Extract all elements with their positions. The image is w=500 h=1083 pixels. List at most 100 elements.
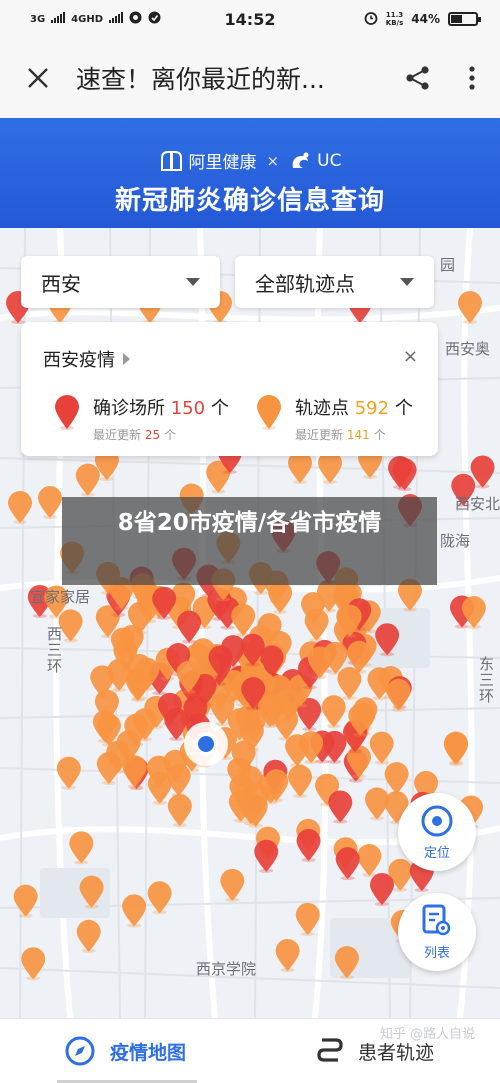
compass-icon	[65, 1036, 95, 1066]
map-label-xijing-college: 西京学院	[196, 960, 257, 978]
confirmed-places-main: 确诊场所 150 个	[93, 398, 229, 419]
more-vertical-icon	[469, 66, 475, 90]
alibaba-health-brand: 阿里健康	[159, 148, 257, 173]
notification-icon	[129, 11, 142, 27]
map-pin[interactable]	[167, 794, 192, 828]
caret-down-icon	[400, 278, 414, 286]
confirmed-places-text: 确诊场所 150 个 最近更新 25 个	[93, 394, 229, 443]
uc-brand: UC	[289, 150, 341, 172]
banner-title: 新冠肺炎确诊信息查询	[114, 186, 385, 216]
uc-squirrel-logo-icon	[292, 152, 309, 168]
red-pin-icon	[55, 395, 79, 430]
info-card-close-button[interactable]: ×	[403, 346, 418, 367]
battery-level	[451, 15, 463, 23]
track-points-stat[interactable]: 轨迹点 592 个 最近更新 141 个	[255, 394, 413, 443]
track-points-count: 592	[354, 398, 390, 419]
map-pin[interactable]	[357, 844, 382, 878]
map-pin[interactable]	[296, 828, 321, 862]
caret-down-icon	[186, 278, 200, 286]
alibaba-health-logo-icon	[160, 150, 182, 171]
watermark: 知乎 @路人自说	[380, 1027, 476, 1042]
epidemic-info-card: 西安疫情 × 确诊场所 150 个 最近更新 25 个 轨迹点 592 个 最近…	[21, 322, 438, 456]
track-points-main: 轨迹点 592 个	[295, 398, 413, 419]
banner-brands: 阿里健康 × UC	[0, 148, 500, 173]
map-pin[interactable]	[386, 678, 411, 712]
map-pin[interactable]	[13, 884, 38, 918]
list-button[interactable]: 列表	[398, 893, 476, 971]
confirmed-places-count: 150	[170, 398, 206, 419]
signal-bars-icon	[51, 12, 66, 26]
map-pin[interactable]	[295, 902, 320, 936]
brand-separator: ×	[266, 151, 280, 170]
map-pin[interactable]	[268, 580, 293, 614]
banner: 阿里健康 × UC 新冠肺炎确诊信息查询	[0, 118, 500, 228]
orange-pin-icon	[257, 395, 281, 430]
current-location-marker	[184, 722, 228, 766]
track-points-text: 轨迹点 592 个 最近更新 141 个	[295, 394, 413, 443]
signal-3g: 3G	[30, 13, 46, 25]
map-label-east-third-ring: 东三环	[477, 656, 495, 704]
status-right: 11.3 KB/s 44%	[364, 11, 481, 28]
status-left: 3G 4GHD	[30, 11, 161, 27]
page-title: 速查！离你最近的新...	[76, 65, 325, 94]
info-card-title: 西安疫情	[43, 350, 115, 371]
tab-epidemic-map-label: 疫情地图	[109, 1041, 186, 1064]
city-dropdown[interactable]: 西安	[21, 256, 220, 308]
share-button[interactable]	[392, 38, 444, 118]
map-label-west-third-ring: 西三环	[45, 626, 63, 674]
vpn-icon	[148, 11, 161, 27]
map-label-longhai: 陇海	[440, 532, 471, 550]
signal-bars-icon	[109, 12, 124, 26]
map-pin[interactable]	[177, 610, 202, 644]
list-icon	[422, 904, 451, 935]
status-bar: 3G 4GHD 14:52 11.3 KB/s 44%	[0, 0, 500, 38]
map-label-garden: 园	[440, 256, 456, 274]
map-pin[interactable]	[122, 755, 147, 789]
locate-icon	[421, 805, 453, 836]
nav-bar: 速查！离你最近的新...	[0, 38, 500, 118]
map-pin[interactable]	[335, 847, 360, 881]
map-pin[interactable]	[21, 947, 46, 981]
map-label-ikea: 宜家家居	[30, 588, 91, 606]
map-pin[interactable]	[220, 868, 245, 902]
share-icon	[406, 66, 429, 90]
map-pin[interactable]	[364, 787, 389, 821]
net-speed: 11.3 KB/s	[385, 11, 404, 27]
map-pin[interactable]	[75, 463, 100, 497]
map-pin[interactable]	[122, 894, 147, 928]
alarm-icon	[364, 11, 378, 28]
route-icon	[317, 1038, 343, 1062]
scope-dropdown[interactable]: 全部轨迹点	[235, 256, 434, 308]
map-pin[interactable]	[8, 491, 32, 524]
locate-button[interactable]: 定位	[398, 793, 476, 871]
map-pin[interactable]	[461, 596, 486, 630]
map-pin[interactable]	[384, 762, 409, 796]
confirmed-places-stat[interactable]: 确诊场所 150 个 最近更新 25 个	[53, 394, 229, 443]
locate-label: 定位	[423, 845, 450, 861]
more-button[interactable]	[444, 38, 500, 118]
map-pin[interactable]	[254, 839, 279, 873]
map-pin[interactable]	[328, 790, 353, 824]
map-label-xian-north: 西安北	[455, 495, 500, 513]
map-pin[interactable]	[275, 938, 300, 972]
close-icon	[28, 68, 48, 88]
tab-epidemic-map[interactable]: 疫情地图	[0, 1019, 250, 1083]
signal-4g: 4GHD	[71, 13, 104, 25]
city-dropdown-value: 西安	[41, 271, 81, 296]
map-pin[interactable]	[288, 764, 313, 798]
map-pin[interactable]	[76, 919, 101, 953]
confirmed-places-recent: 最近更新 25 个	[93, 428, 176, 442]
caret-right-icon	[123, 353, 130, 365]
caption-overlay: 8省20市疫情/各省市疫情	[62, 497, 437, 585]
map-pin[interactable]	[369, 731, 394, 765]
list-label: 列表	[423, 945, 450, 961]
scope-dropdown-value: 全部轨迹点	[255, 271, 355, 296]
map-pin[interactable]	[147, 881, 172, 915]
map-label-xian-olympic: 西安奥	[445, 340, 491, 358]
close-button[interactable]	[0, 38, 76, 118]
info-card-title-link[interactable]: 西安疫情	[43, 346, 130, 372]
map-pin[interactable]	[458, 291, 482, 324]
map-pin[interactable]	[69, 831, 94, 865]
map-pin[interactable]	[443, 732, 468, 766]
battery-icon	[448, 12, 481, 26]
